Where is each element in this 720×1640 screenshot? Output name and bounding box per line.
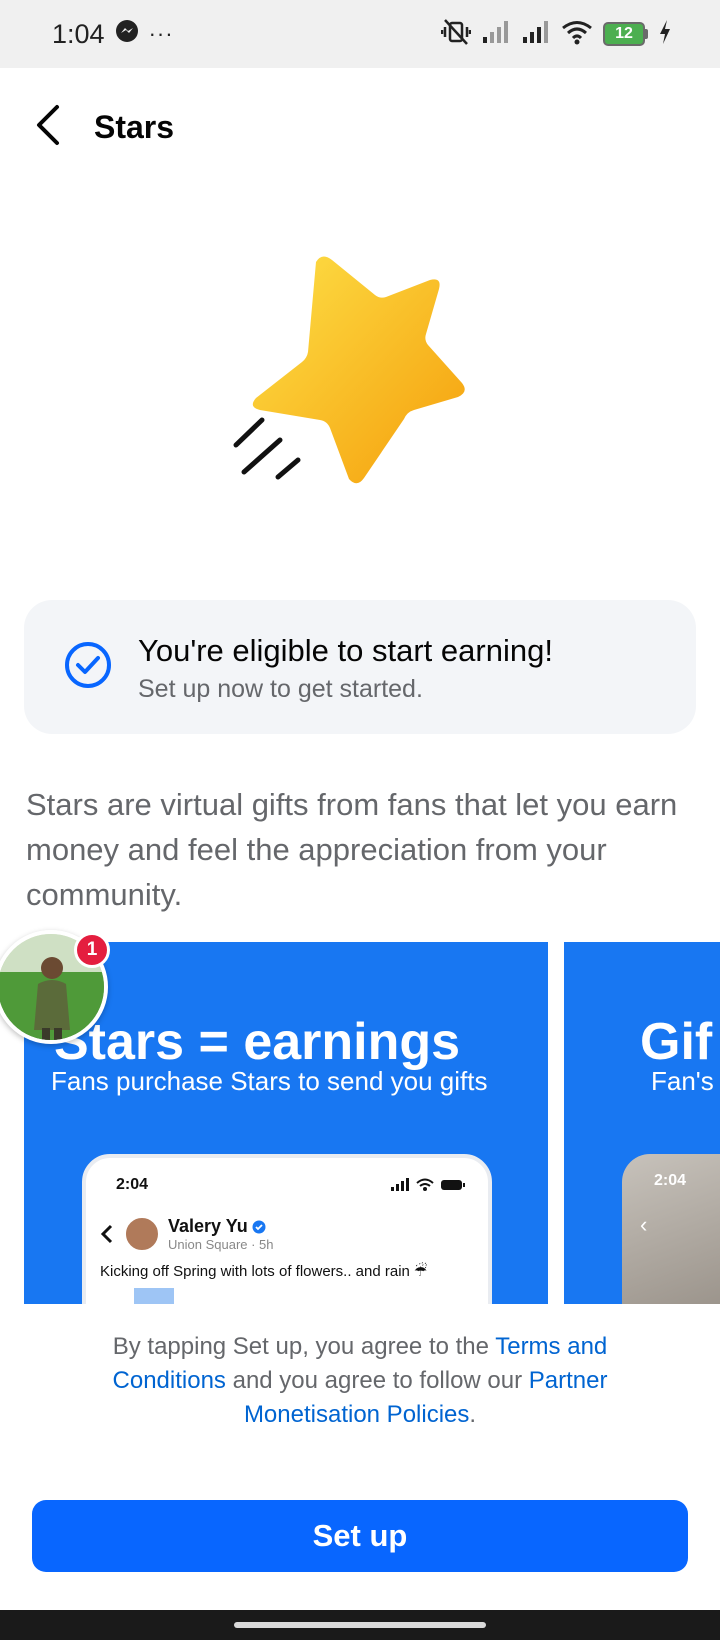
footer: By tapping Set up, you agree to the Term… xyxy=(0,1304,720,1610)
mock-post-header: Valery Yu Union Square · 5h xyxy=(100,1216,274,1252)
wifi-icon xyxy=(561,19,593,50)
status-more: ··· xyxy=(148,21,174,46)
avatar xyxy=(124,1216,160,1252)
legal-text: . xyxy=(469,1401,477,1428)
mock-meta: Union Square · 5h xyxy=(168,1237,274,1252)
page-title: Stars xyxy=(94,108,175,145)
home-indicator[interactable] xyxy=(234,1622,486,1628)
eligibility-title: You're eligible to start earning! xyxy=(138,632,553,668)
system-nav-bar xyxy=(0,1610,720,1640)
check-circle-icon xyxy=(64,641,112,694)
back-button[interactable] xyxy=(26,97,70,157)
mock-time: 2:04 xyxy=(116,1176,149,1193)
carousel-slide[interactable]: Gif Fan's 2:04 ‹ xyxy=(564,942,720,1304)
mock-status-icons xyxy=(390,1178,466,1192)
phone-mockup: 2:04 ‹ xyxy=(622,1154,720,1304)
legal-notice: By tapping Set up, you agree to the Term… xyxy=(110,1330,610,1432)
slide-subtitle: Fans purchase Stars to send you gifts xyxy=(51,1066,488,1096)
eligibility-card: You're eligible to start earning! Set up… xyxy=(24,600,696,734)
eligibility-texts: You're eligible to start earning! Set up… xyxy=(138,631,553,704)
mock-name: Valery Yu xyxy=(168,1216,274,1237)
setup-button[interactable]: Set up xyxy=(32,1500,688,1572)
legal-text: By tapping Set up, you agree to the xyxy=(112,1333,496,1360)
battery-icon: 12 xyxy=(603,22,648,46)
mock-caption: Kicking off Spring with lots of flowers.… xyxy=(100,1263,428,1280)
chevron-left-icon: ‹ xyxy=(640,1212,648,1237)
phone-mockup: 2:04 Valery Yu Union Square · 5h Kicking… xyxy=(82,1154,492,1304)
signal-icon xyxy=(521,19,551,50)
mute-vibrate-icon xyxy=(440,18,472,51)
slide-headline: Gif xyxy=(640,1013,713,1071)
notification-badge: 1 xyxy=(74,932,110,968)
mock-time: 2:04 xyxy=(654,1172,687,1189)
messenger-icon xyxy=(115,19,139,50)
back-arrow-icon xyxy=(34,103,62,152)
slide-headline: Stars = earnings xyxy=(54,1013,461,1071)
status-bar: 1:04 ··· 12 xyxy=(0,0,720,68)
stars-description: Stars are virtual gifts from fans that l… xyxy=(26,787,678,912)
battery-level: 12 xyxy=(603,22,645,46)
app-header: Stars xyxy=(0,68,720,186)
status-right: 12 xyxy=(440,18,672,51)
signal-icon xyxy=(481,19,511,50)
slide-subtitle: Fan's xyxy=(651,1066,714,1096)
star-icon xyxy=(230,256,490,494)
status-time: 1:04 xyxy=(52,18,105,49)
eligibility-subtitle: Set up now to get started. xyxy=(138,674,423,703)
star-illustration xyxy=(230,250,490,490)
status-left: 1:04 ··· xyxy=(52,19,174,50)
feature-carousel[interactable]: Stars = earnings Fans purchase Stars to … xyxy=(24,942,720,1304)
charging-icon xyxy=(658,19,672,50)
mock-image xyxy=(134,1288,174,1304)
legal-text: and you agree to follow our xyxy=(225,1367,529,1394)
